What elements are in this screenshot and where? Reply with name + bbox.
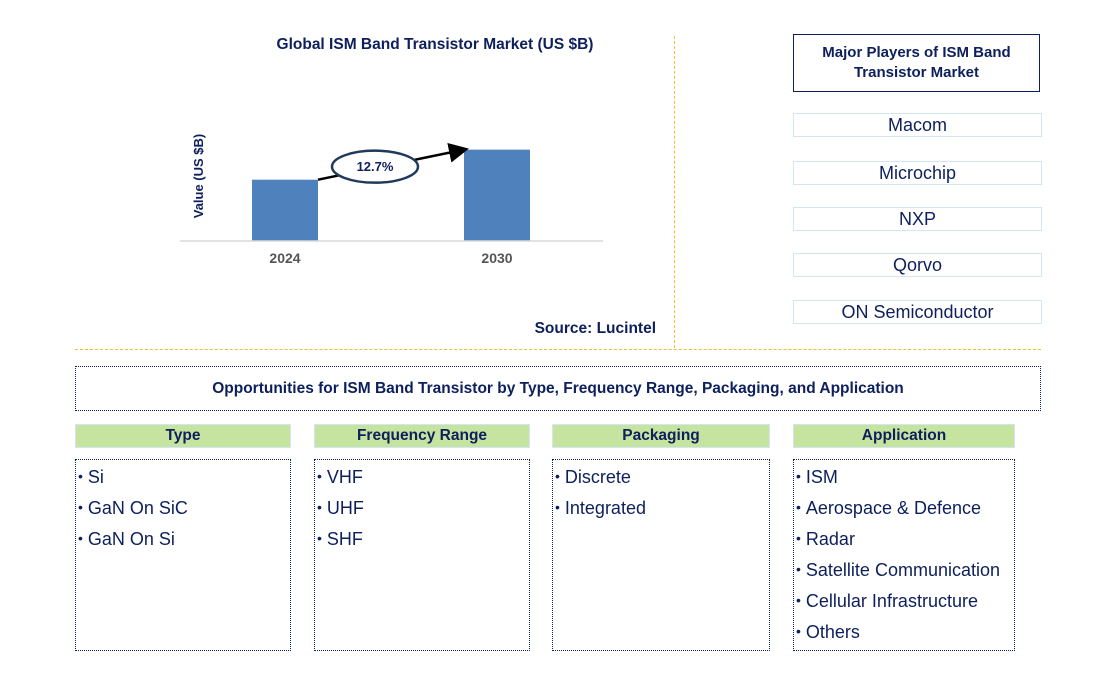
segment-item: ISM xyxy=(796,462,1014,493)
player-item: ON Semiconductor xyxy=(793,300,1042,324)
bar-2030 xyxy=(464,149,530,241)
segment-list-type: Si GaN On SiC GaN On Si xyxy=(75,459,291,651)
segment-header-type: Type xyxy=(75,424,291,448)
segment-item: Si xyxy=(78,462,290,493)
player-item: Macom xyxy=(793,113,1042,137)
cagr-label: 12.7% xyxy=(357,159,394,174)
segment-item: UHF xyxy=(317,493,529,524)
segment-item: VHF xyxy=(317,462,529,493)
segment-item: Cellular Infrastructure xyxy=(796,586,1014,617)
player-item: Qorvo xyxy=(793,253,1042,277)
segment-item: GaN On Si xyxy=(78,524,290,555)
segment-item: Integrated xyxy=(555,493,769,524)
y-axis-label: Value (US $B) xyxy=(191,134,206,219)
players-title: Major Players of ISM Band Transistor Mar… xyxy=(793,34,1040,92)
bar-2024 xyxy=(252,179,318,241)
segment-header-application: Application xyxy=(793,424,1015,448)
segment-list-packaging: Discrete Integrated xyxy=(552,459,770,651)
player-item: Microchip xyxy=(793,161,1042,185)
opportunities-title: Opportunities for ISM Band Transistor by… xyxy=(75,366,1041,411)
segment-item: Aerospace & Defence xyxy=(796,493,1014,524)
player-item: NXP xyxy=(793,207,1042,231)
segment-header-frequency-range: Frequency Range xyxy=(314,424,530,448)
segment-item: Others xyxy=(796,617,1014,648)
chart-source: Source: Lucintel xyxy=(534,320,656,337)
bar-chart: Value (US $B) 2024 2030 12.7% xyxy=(180,134,603,266)
segment-item: Radar xyxy=(796,524,1014,555)
x-tick-label: 2030 xyxy=(481,250,512,266)
vertical-divider xyxy=(674,36,675,348)
segment-item: GaN On SiC xyxy=(78,493,290,524)
x-tick-label: 2024 xyxy=(269,250,300,266)
segment-item: Satellite Communication xyxy=(796,555,1014,586)
segment-item: Discrete xyxy=(555,462,769,493)
horizontal-divider xyxy=(75,349,1041,350)
segment-item: SHF xyxy=(317,524,529,555)
segment-header-packaging: Packaging xyxy=(552,424,770,448)
segment-list-frequency-range: VHF UHF SHF xyxy=(314,459,530,651)
segment-list-application: ISM Aerospace & Defence Radar Satellite … xyxy=(793,459,1015,651)
